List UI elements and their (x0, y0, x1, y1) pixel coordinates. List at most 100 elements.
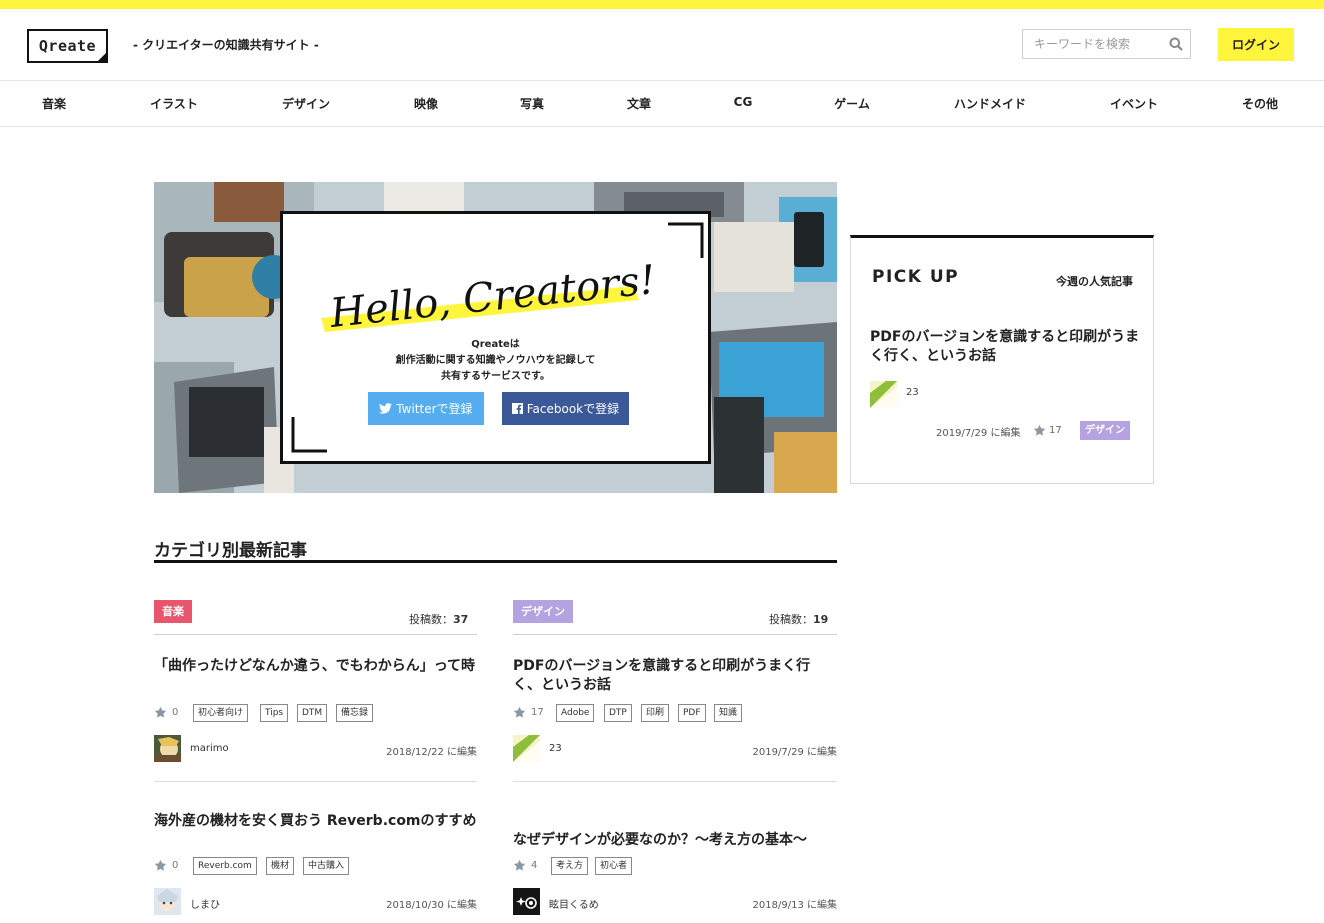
tag[interactable]: 考え方 (551, 857, 589, 875)
frame-corner-bottom-left (291, 417, 327, 453)
tag[interactable]: DTP (604, 704, 632, 722)
star-icon[interactable] (513, 859, 526, 872)
author-avatar[interactable] (154, 735, 181, 762)
section-title: カテゴリ別最新記事 (154, 541, 307, 561)
pickup-date: 2019/7/29 に編集 (936, 428, 1021, 439)
star-icon[interactable] (513, 706, 526, 719)
star-icon[interactable] (1033, 424, 1046, 437)
nav-item-design[interactable]: デザイン (282, 95, 330, 112)
hero-banner: Hello, Creators! Qreateは 創作活動に関する知識やノウハウ… (154, 182, 837, 493)
nav-item-music[interactable]: 音楽 (42, 95, 66, 112)
pickup-author-name[interactable]: 23 (906, 387, 919, 398)
pickup-subtitle: 今週の人気記事 (1056, 275, 1133, 288)
post-count-label: 投稿数： (769, 613, 813, 626)
hero-line-3: 共有するサービスです。 (441, 371, 550, 382)
pickup-author-avatar[interactable] (870, 381, 897, 408)
tag[interactable]: 初心者 (595, 857, 633, 875)
pickup-panel: PICK UP 今週の人気記事 PDFのバージョンを意識すると印刷がうまく行く、… (850, 235, 1154, 484)
twitter-signup-label: Twitterで登録 (396, 402, 473, 416)
edit-date: 2018/10/30 に編集 (386, 900, 477, 911)
logo-corner (96, 51, 108, 63)
search-box (1022, 29, 1191, 59)
twitter-icon (379, 403, 393, 414)
category-nav: 音楽 イラスト デザイン 映像 写真 文章 CG ゲーム ハンドメイド イベント… (0, 81, 1324, 127)
article-divider (154, 781, 477, 782)
hello-creators-lettering: Hello, Creators! (321, 257, 658, 337)
author-avatar[interactable] (513, 888, 540, 915)
facebook-signup-label: Facebookで登録 (526, 402, 620, 416)
nav-item-illustration[interactable]: イラスト (150, 95, 198, 112)
author-name[interactable]: marimo (190, 743, 229, 754)
login-button[interactable]: ログイン (1218, 28, 1294, 61)
post-count-value: 19 (813, 613, 829, 626)
article-divider (513, 781, 837, 782)
pickup-article-title[interactable]: PDFのバージョンを意識すると印刷がうまく行く、というお話 (870, 328, 1140, 366)
top-accent-bar (0, 0, 1324, 9)
tag[interactable]: Reverb.com (193, 857, 257, 875)
star-count: 4 (531, 860, 538, 871)
nav-item-event[interactable]: イベント (1110, 95, 1158, 112)
tag[interactable]: Adobe (556, 704, 595, 722)
star-count: 17 (531, 707, 544, 718)
post-count: 投稿数：19 (769, 611, 828, 627)
nav-item-handmade[interactable]: ハンドメイド (954, 95, 1026, 112)
tag[interactable]: 中古購入 (303, 857, 350, 875)
tag[interactable]: 初心者向け (193, 704, 249, 722)
tag[interactable]: Tips (260, 704, 289, 722)
nav-item-video[interactable]: 映像 (414, 95, 438, 112)
pickup-title: PICK UP (872, 267, 960, 287)
edit-date: 2019/7/29 に編集 (752, 747, 837, 758)
site-tagline: - クリエイターの知識共有サイト - (133, 38, 319, 52)
pickup-category-badge[interactable]: デザイン (1080, 421, 1130, 440)
column-divider (513, 634, 837, 635)
column-divider (154, 634, 477, 635)
star-count: 0 (172, 860, 179, 871)
hero-headline: Hello, Creators! (327, 257, 658, 337)
article-title[interactable]: 海外産の機材を安く買おう Reverb.comのすすめ (154, 812, 477, 831)
tag[interactable]: 備忘録 (336, 704, 374, 722)
nav-item-writing[interactable]: 文章 (627, 95, 651, 112)
hero-description: Qreateは 創作活動に関する知識やノウハウを記録して 共有するサービスです。 (283, 337, 708, 385)
search-icon[interactable] (1169, 37, 1183, 51)
star-count: 0 (172, 707, 179, 718)
tag[interactable]: 印刷 (641, 704, 670, 722)
tag[interactable]: DTM (297, 704, 328, 722)
pickup-star-count: 17 (1049, 425, 1062, 436)
facebook-signup-button[interactable]: Facebookで登録 (502, 392, 629, 425)
author-avatar[interactable] (513, 735, 540, 762)
article-title[interactable]: なぜデザインが必要なのか？〜考え方の基本〜 (513, 831, 837, 850)
category-badge-music[interactable]: 音楽 (154, 600, 192, 623)
article-title[interactable]: PDFのバージョンを意識すると印刷がうまく行く、というお話 (513, 657, 837, 695)
nav-item-game[interactable]: ゲーム (834, 95, 870, 112)
author-name[interactable]: 23 (549, 743, 562, 754)
site-logo[interactable]: Qreate (27, 29, 108, 63)
post-count-label: 投稿数： (409, 613, 453, 626)
hero-line-1: Qreateは (471, 339, 520, 350)
search-input[interactable] (1023, 30, 1163, 58)
author-name[interactable]: 眩目くるめ (549, 896, 599, 911)
section-divider (154, 560, 837, 563)
category-badge-design[interactable]: デザイン (513, 600, 573, 623)
hero-card: Hello, Creators! Qreateは 創作活動に関する知識やノウハウ… (280, 211, 711, 464)
edit-date: 2018/9/13 に編集 (752, 900, 837, 911)
nav-item-photo[interactable]: 写真 (520, 95, 544, 112)
post-count-value: 37 (453, 613, 469, 626)
star-icon[interactable] (154, 859, 167, 872)
facebook-icon (511, 403, 523, 414)
tag[interactable]: PDF (678, 704, 706, 722)
star-icon[interactable] (154, 706, 167, 719)
author-avatar[interactable] (154, 888, 181, 915)
frame-corner-top-right (668, 222, 704, 258)
site-header: Qreate - クリエイターの知識共有サイト - ログイン (0, 9, 1324, 81)
tag[interactable]: 機材 (266, 857, 295, 875)
nav-item-cg[interactable]: CG (734, 95, 753, 109)
tag[interactable]: 知識 (714, 704, 743, 722)
twitter-signup-button[interactable]: Twitterで登録 (368, 392, 484, 425)
hero-line-2: 創作活動に関する知識やノウハウを記録して (395, 355, 596, 366)
post-count: 投稿数：37 (409, 611, 468, 627)
nav-item-other[interactable]: その他 (1242, 95, 1278, 112)
edit-date: 2018/12/22 に編集 (386, 747, 477, 758)
author-name[interactable]: しまひ (190, 896, 220, 911)
article-title[interactable]: 「曲作ったけどなんか違う、でもわからん」って時 (154, 657, 477, 676)
logo-text: Qreate (38, 37, 97, 55)
